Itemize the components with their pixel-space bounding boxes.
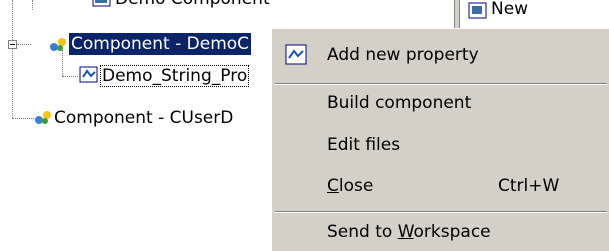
menu-separator (275, 211, 607, 213)
tree-connector (62, 76, 78, 77)
menu-item-add-new-property[interactable]: Add new property (272, 37, 609, 73)
context-menu: Add new property Build component Edit fi… (271, 28, 609, 251)
menu-item-edit-files[interactable]: Edit files (272, 127, 609, 163)
tree-item-label: Demo Component (115, 0, 270, 10)
label-rest: lose (338, 176, 374, 196)
menu-item-label: Send to Workspace (327, 214, 491, 250)
new-item-icon[interactable] (468, 2, 488, 20)
tree-connector (32, 0, 33, 10)
component-icon (50, 38, 66, 51)
tree-item-label: Component - CUserD (54, 108, 234, 128)
tree-item-label: Demo_String_Pro (100, 65, 250, 87)
tree-view: Demo Component Component - DemoC Demo_St… (0, 0, 272, 250)
tree-item-label: Component - DemoC (69, 33, 252, 55)
property-icon (79, 66, 98, 83)
mnemonic: C (327, 176, 339, 196)
menu-item-build-component[interactable]: Build component (272, 85, 609, 121)
menu-item-close[interactable]: Close Ctrl+W (272, 168, 609, 204)
tree-connector (17, 44, 31, 45)
tree-connector (12, 0, 13, 118)
property-icon (92, 0, 111, 7)
pane-divider (454, 0, 460, 30)
tree-connector (62, 50, 63, 76)
menu-item-send-to-workspace[interactable]: Send to Workspace (272, 214, 609, 250)
menu-item-label: Add new property (327, 45, 479, 65)
collapse-icon[interactable] (8, 40, 17, 49)
label-rest: orkspace (413, 222, 491, 242)
menu-item-label: Edit files (327, 135, 401, 155)
tree-connector (12, 118, 34, 119)
menu-item-label: Build component (327, 93, 472, 113)
menu-item-label: Close (327, 168, 373, 204)
right-pane: New (454, 0, 609, 30)
label-prefix: Send to (327, 222, 398, 242)
menu-item-shortcut: Ctrl+W (498, 176, 560, 196)
component-icon (35, 111, 51, 124)
add-property-icon (285, 44, 307, 65)
right-pane-label[interactable]: New (491, 0, 528, 20)
mnemonic: W (397, 222, 414, 242)
